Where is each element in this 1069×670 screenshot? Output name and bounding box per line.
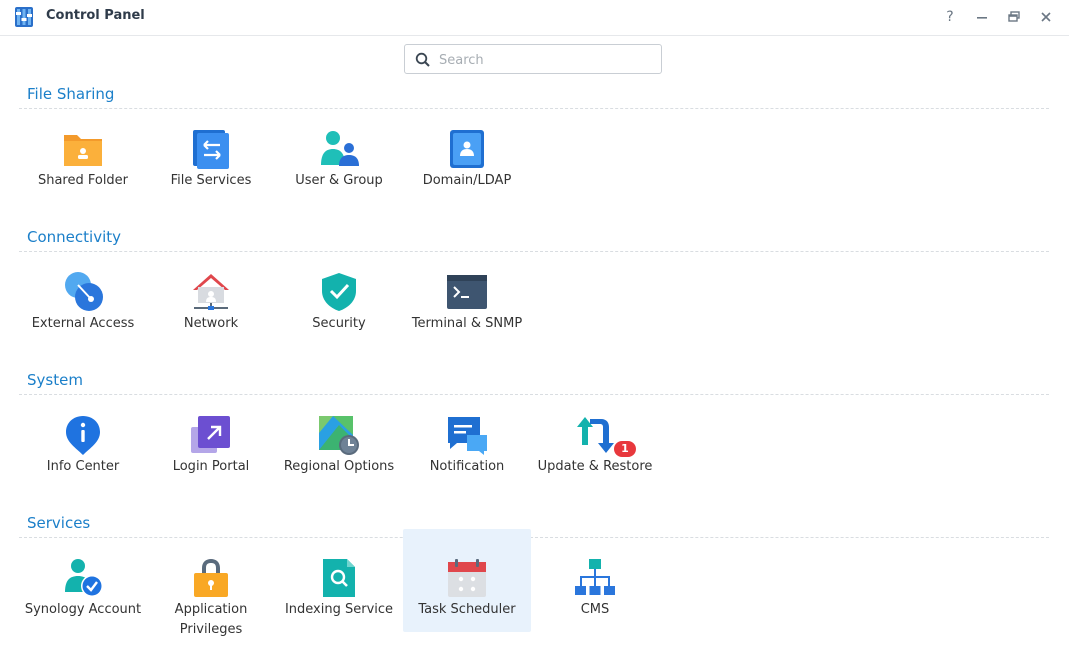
section-title-file-sharing: File Sharing	[27, 85, 115, 103]
item-label: Info Center	[46, 459, 120, 474]
item-label: Regional Options	[283, 459, 395, 474]
item-info-center[interactable]: Info Center	[19, 393, 147, 496]
update-badge: 1	[614, 441, 636, 457]
restore-icon	[1008, 11, 1020, 22]
shared-folder-icon	[64, 135, 102, 166]
item-user-group[interactable]: User & Group	[275, 107, 403, 210]
info-center-icon	[66, 416, 100, 455]
item-label: CMS	[580, 602, 610, 617]
terminal-icon	[447, 275, 487, 309]
section-title-services: Services	[27, 514, 91, 532]
indexing-service-icon	[323, 559, 355, 597]
item-external-access[interactable]: External Access	[19, 250, 147, 353]
application-privileges-icon	[194, 559, 228, 597]
search-box[interactable]	[404, 44, 662, 74]
minimize-button[interactable]	[971, 6, 993, 28]
item-label: Notification	[429, 459, 505, 474]
item-security[interactable]: Security	[275, 250, 403, 353]
update-restore-icon	[577, 417, 614, 453]
section-title-connectivity: Connectivity	[27, 228, 121, 246]
control-panel-app-icon	[15, 7, 33, 27]
item-cms[interactable]: CMS	[531, 536, 659, 639]
item-label: Indexing Service	[284, 602, 394, 617]
close-icon	[1041, 12, 1051, 22]
help-icon: ?	[946, 9, 954, 25]
notification-icon	[448, 417, 487, 455]
item-notification[interactable]: Notification	[403, 393, 531, 496]
login-portal-icon	[191, 416, 230, 453]
item-task-scheduler[interactable]: Task Scheduler	[403, 529, 531, 632]
item-label: Terminal & SNMP	[411, 316, 523, 331]
close-button[interactable]	[1035, 6, 1057, 28]
control-panel-window: Control Panel ? File Sharing	[0, 0, 1069, 670]
user-group-icon	[321, 131, 359, 166]
minimize-icon	[977, 17, 987, 19]
domain-ldap-icon	[450, 130, 484, 168]
item-label: Update & Restore	[537, 459, 653, 474]
title-bar: Control Panel ?	[0, 0, 1069, 36]
item-application-privileges[interactable]: Application Privileges	[147, 536, 275, 639]
section-system: System Info Center Login Portal Regional…	[19, 371, 1049, 491]
item-terminal-snmp[interactable]: Terminal & SNMP	[403, 250, 531, 353]
item-label: Synology Account	[24, 602, 142, 617]
external-access-icon	[65, 272, 103, 311]
window-title: Control Panel	[46, 8, 145, 23]
security-icon	[322, 273, 356, 311]
item-update-restore[interactable]: 1 Update & Restore	[531, 393, 659, 496]
section-connectivity: Connectivity External Access Network Sec…	[19, 228, 1049, 348]
regional-options-icon	[319, 416, 359, 455]
section-file-sharing: File Sharing Shared Folder File Services	[19, 85, 1049, 205]
search-input[interactable]	[437, 49, 656, 71]
synology-account-icon	[65, 559, 103, 597]
item-label: Security	[312, 316, 366, 331]
help-button[interactable]: ?	[939, 6, 961, 28]
item-network[interactable]: Network	[147, 250, 275, 353]
item-label: File Services	[170, 173, 252, 188]
item-shared-folder[interactable]: Shared Folder	[19, 107, 147, 210]
restore-button[interactable]	[1003, 6, 1025, 28]
item-label: Network	[183, 316, 239, 331]
task-scheduler-icon	[448, 559, 486, 597]
item-label: Application Privileges	[174, 602, 248, 637]
item-domain-ldap[interactable]: Domain/LDAP	[403, 107, 531, 210]
item-label: External Access	[31, 316, 135, 331]
section-services: Services Synology Account Application Pr…	[19, 514, 1049, 664]
item-label: Shared Folder	[37, 173, 129, 188]
item-regional-options[interactable]: Regional Options	[275, 393, 403, 496]
section-title-system: System	[27, 371, 83, 389]
file-services-icon	[193, 130, 229, 169]
item-label: User & Group	[295, 173, 383, 188]
item-login-portal[interactable]: Login Portal	[147, 393, 275, 496]
item-label: Domain/LDAP	[422, 173, 512, 188]
search-icon	[415, 52, 430, 67]
item-indexing-service[interactable]: Indexing Service	[275, 536, 403, 639]
item-label: Login Portal	[172, 459, 250, 474]
item-file-services[interactable]: File Services	[147, 107, 275, 210]
item-label: Task Scheduler	[418, 602, 516, 617]
item-synology-account[interactable]: Synology Account	[19, 536, 147, 639]
network-icon	[193, 274, 229, 310]
cms-icon	[575, 559, 615, 595]
